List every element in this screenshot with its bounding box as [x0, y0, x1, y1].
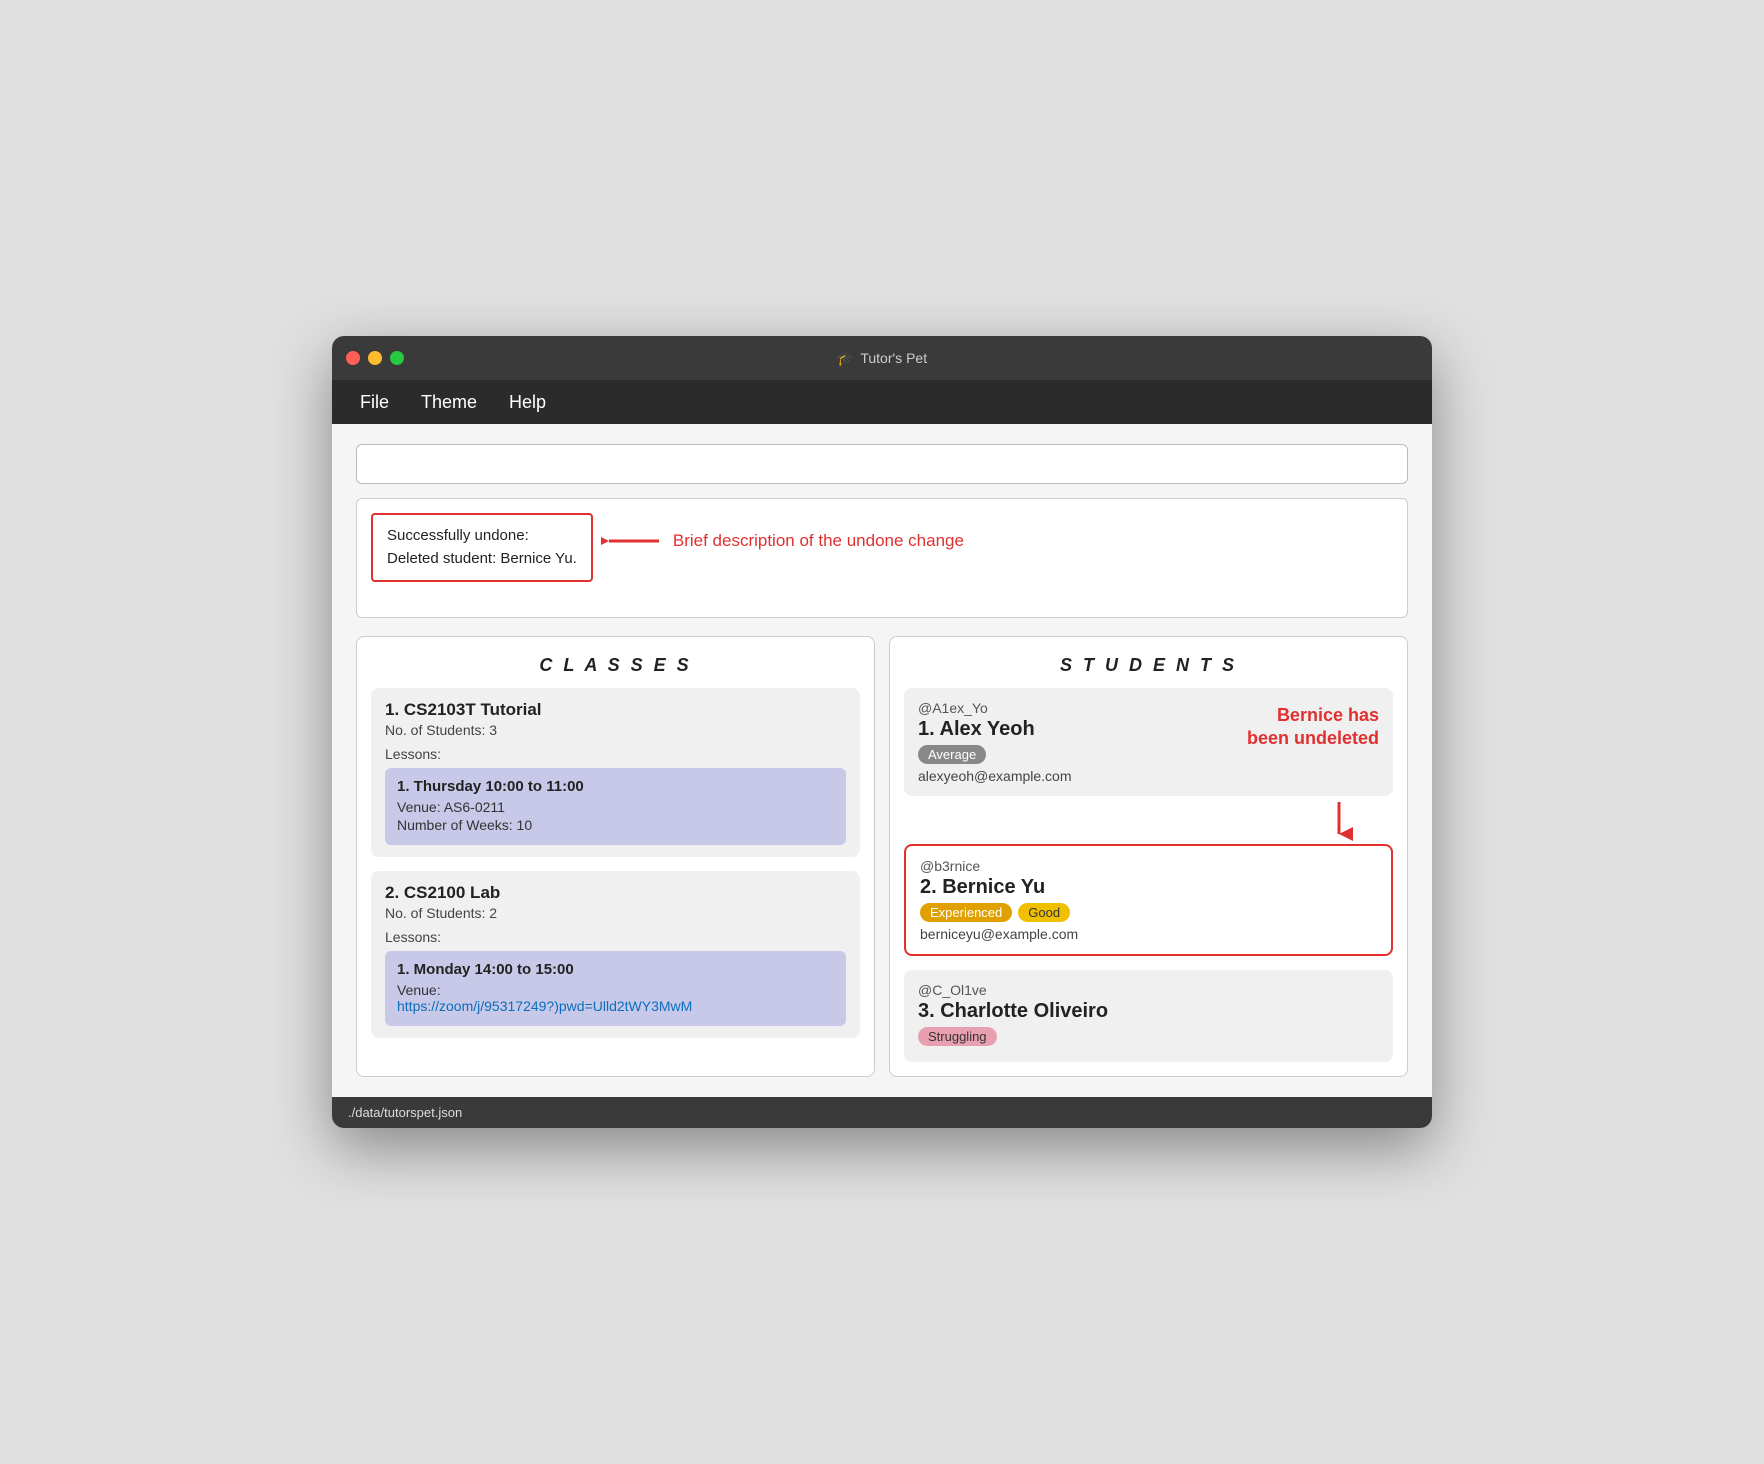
columns: C L A S S E S 1. CS2103T Tutorial No. of…: [356, 636, 1408, 1077]
traffic-lights: [346, 351, 404, 365]
classes-panel: C L A S S E S 1. CS2103T Tutorial No. of…: [356, 636, 875, 1077]
student-card: @C_Ol1ve 3. Charlotte Oliveiro Strugglin…: [904, 970, 1393, 1062]
response-box: Successfully undone: Deleted student: Be…: [371, 513, 593, 582]
class-title: 1. CS2103T Tutorial: [385, 700, 846, 720]
classes-panel-header: C L A S S E S: [357, 637, 874, 688]
lesson-title: 1. Thursday 10:00 to 11:00: [397, 778, 834, 795]
command-input[interactable]: [371, 455, 1393, 473]
response-status: Successfully undone: Deleted student: Be…: [387, 525, 577, 570]
down-arrow-icon: [1325, 802, 1353, 842]
student-tag: Struggling: [918, 1027, 997, 1046]
student-name: 3. Charlotte Oliveiro: [918, 1000, 1379, 1023]
status-text: ./data/tutorspet.json: [348, 1105, 462, 1120]
student-name: 2. Bernice Yu: [920, 876, 1377, 899]
menu-help[interactable]: Help: [497, 386, 558, 419]
classes-panel-body: 1. CS2103T Tutorial No. of Students: 3 L…: [357, 688, 874, 1066]
response-area: Successfully undone: Deleted student: Be…: [356, 498, 1408, 618]
lesson-item: 1. Monday 14:00 to 15:00 Venue:https://z…: [385, 951, 846, 1026]
students-panel-body: @A1ex_Yo 1. Alex Yeoh Average alexyeoh@e…: [904, 688, 1393, 1076]
lesson-weeks: Number of Weeks: 10: [397, 817, 834, 833]
class-card: 2. CS2100 Lab No. of Students: 2 Lessons…: [371, 871, 860, 1038]
maximize-button[interactable]: [390, 351, 404, 365]
student-handle: @b3rnice: [920, 858, 1377, 874]
title-icon: 🎓: [837, 350, 854, 367]
lesson-title: 1. Monday 14:00 to 15:00: [397, 961, 834, 978]
student-tag: Good: [1018, 903, 1070, 922]
lesson-venue: Venue:https://zoom/j/95317249?)pwd=Ulld2…: [397, 982, 834, 1014]
student-handle: @A1ex_Yo: [918, 700, 1072, 716]
main-content: Successfully undone: Deleted student: Be…: [332, 424, 1432, 1097]
student-tag: Experienced: [920, 903, 1012, 922]
title-text: Tutor's Pet: [860, 350, 927, 366]
student-card: @A1ex_Yo 1. Alex Yeoh Average alexyeoh@e…: [904, 688, 1393, 796]
down-arrow-container: [904, 802, 1393, 842]
lesson-venue: Venue: AS6-0211: [397, 799, 834, 815]
student-handle: @C_Ol1ve: [918, 982, 1379, 998]
minimize-button[interactable]: [368, 351, 382, 365]
student-name: 1. Alex Yeoh: [918, 718, 1072, 741]
class-title: 2. CS2100 Lab: [385, 883, 846, 903]
lessons-label: Lessons:: [385, 929, 846, 945]
command-input-wrapper[interactable]: [356, 444, 1408, 484]
class-card: 1. CS2103T Tutorial No. of Students: 3 L…: [371, 688, 860, 857]
student-email: berniceyu@example.com: [920, 926, 1377, 942]
bernice-undeleted-annotation: Bernice hasbeen undeleted: [1247, 704, 1379, 751]
students-panel: S T U D E N T S @A1ex_Yo 1. Alex Yeoh: [889, 636, 1408, 1077]
class-meta: No. of Students: 2: [385, 905, 846, 921]
response-annotation: Brief description of the undone change: [673, 531, 964, 551]
lesson-item: 1. Thursday 10:00 to 11:00 Venue: AS6-02…: [385, 768, 846, 845]
status-bar: ./data/tutorspet.json: [332, 1097, 1432, 1128]
student-tags: Experienced Good: [920, 903, 1377, 922]
students-panel-header: S T U D E N T S: [890, 637, 1407, 688]
class-meta: No. of Students: 3: [385, 722, 846, 738]
arrow-icon: [601, 527, 661, 555]
title-bar: 🎓 Tutor's Pet: [332, 336, 1432, 380]
student-tags: Struggling: [918, 1027, 1379, 1046]
menu-theme[interactable]: Theme: [409, 386, 489, 419]
window-title: 🎓 Tutor's Pet: [837, 350, 927, 367]
menu-file[interactable]: File: [348, 386, 401, 419]
student-email: alexyeoh@example.com: [918, 768, 1072, 784]
lessons-label: Lessons:: [385, 746, 846, 762]
close-button[interactable]: [346, 351, 360, 365]
app-window: 🎓 Tutor's Pet File Theme Help Successful…: [332, 336, 1432, 1128]
student-tag: Average: [918, 745, 986, 764]
student-tags: Average: [918, 745, 1072, 764]
student-card-highlighted: @b3rnice 2. Bernice Yu Experienced Good …: [904, 844, 1393, 956]
menu-bar: File Theme Help: [332, 380, 1432, 424]
